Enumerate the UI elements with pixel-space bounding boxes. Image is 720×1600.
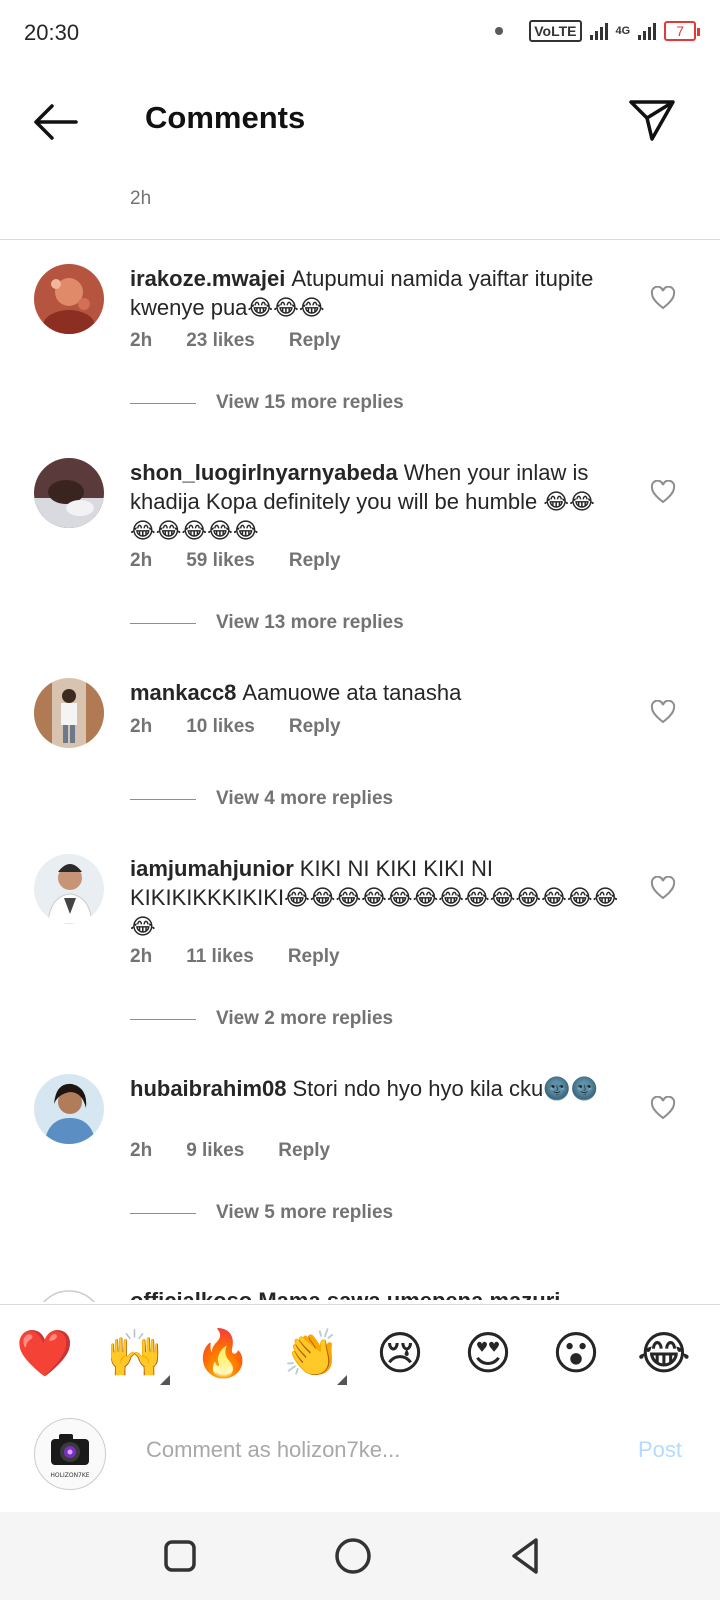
status-icons: VoLTE 4G 7 — [495, 20, 700, 42]
recent-apps-icon[interactable] — [156, 1532, 204, 1580]
divider — [130, 1212, 196, 1214]
comment-username[interactable]: mankacc8 — [130, 680, 236, 705]
reply-button[interactable]: Reply — [289, 550, 341, 572]
battery-icon: 7 — [664, 21, 700, 41]
comment-content: Aamuowe ata tanasha — [242, 680, 462, 705]
divider — [130, 622, 196, 624]
divider — [130, 1018, 196, 1020]
avatar: HOLIZON7KE — [34, 1418, 106, 1490]
likes-count[interactable]: 23 likes — [186, 330, 255, 352]
comment-text: officialkoso Mama sawa umepena mazuri — [130, 1288, 560, 1300]
notification-dot-icon — [495, 27, 504, 35]
view-more-replies-button[interactable]: View 13 more replies — [130, 612, 404, 634]
heart-icon[interactable] — [650, 876, 676, 900]
reply-button[interactable]: Reply — [289, 716, 341, 738]
volte-icon: VoLTE — [529, 20, 582, 42]
avatar[interactable] — [34, 264, 104, 334]
comment-username[interactable]: iamjumahjunior — [130, 856, 294, 881]
avatar-caption: HOLIZON7KE — [50, 1472, 89, 1479]
emoji-heart-button[interactable]: ❤️ — [15, 1327, 75, 1379]
comment-meta: 2h 23 likes Reply — [130, 330, 341, 352]
likes-count[interactable]: 9 likes — [186, 1140, 244, 1162]
comment-username[interactable]: hubaibrahim08 — [130, 1076, 286, 1101]
comment-time: 2h — [130, 1140, 153, 1161]
comment-username[interactable]: shon_luogirlnyarnyabeda — [130, 460, 398, 485]
emoji-crying-button[interactable]: 😢 — [370, 1327, 430, 1379]
signal-2-icon — [638, 22, 657, 40]
post-button[interactable]: Post — [638, 1437, 682, 1463]
view-more-label: View 15 more replies — [216, 392, 404, 413]
app-header: Comments — [0, 80, 720, 160]
home-icon[interactable] — [329, 1532, 377, 1580]
avatar[interactable] — [34, 458, 104, 528]
comment-time: 2h — [130, 188, 152, 209]
emoji-surprised-button[interactable]: 😮 — [546, 1327, 606, 1379]
heart-icon[interactable] — [650, 1096, 676, 1120]
comment-meta: 2h 9 likes Reply — [130, 1140, 330, 1162]
comment-text: irakoze.mwajei Atupumui namida yaiftar it… — [130, 264, 620, 322]
view-more-label: View 4 more replies — [216, 788, 394, 809]
view-more-label: View 2 more replies — [216, 1008, 394, 1029]
reply-button[interactable]: Reply — [289, 330, 341, 352]
comment-meta: 2h 59 likes Reply — [130, 550, 341, 572]
back-icon[interactable] — [502, 1532, 550, 1580]
paper-plane-icon[interactable] — [628, 98, 676, 142]
view-more-label: View 5 more replies — [216, 1202, 394, 1223]
comment-text: shon_luogirlnyarnyabeda When your inlaw i… — [130, 458, 620, 545]
heart-icon[interactable] — [650, 700, 676, 724]
avatar[interactable] — [34, 854, 104, 924]
comment-username[interactable]: irakoze.mwajei — [130, 266, 285, 291]
page-title: Comments — [145, 100, 306, 135]
emoji-fire-button[interactable]: 🔥 — [193, 1327, 253, 1379]
comment-time: 2h — [130, 716, 153, 737]
avatar[interactable] — [34, 1074, 104, 1144]
comment-time: 2h — [130, 550, 153, 571]
reply-button[interactable]: Reply — [278, 1140, 330, 1162]
reply-button[interactable]: Reply — [288, 946, 340, 968]
emoji-laughing-button[interactable]: 😂 — [634, 1327, 694, 1379]
signal-icon — [589, 22, 608, 40]
likes-count[interactable]: 10 likes — [186, 716, 255, 738]
status-time: 20:30 — [24, 20, 80, 45]
avatar[interactable] — [34, 1290, 104, 1302]
emoji-clap-button[interactable]: 👏 — [282, 1327, 342, 1379]
comment-text: iamjumahjunior KIKI NI KIKI KIKI NI KIKIK… — [130, 854, 620, 941]
skin-tone-indicator-icon — [337, 1375, 347, 1385]
comment-composer: HOLIZON7KE Post — [0, 1401, 720, 1511]
divider — [130, 798, 196, 800]
comment-text: mankacc8 Aamuowe ata tanasha — [130, 678, 620, 707]
view-more-replies-button[interactable]: View 2 more replies — [130, 1008, 393, 1030]
emoji-raised-hands-button[interactable]: 🙌 — [105, 1327, 165, 1379]
avatar[interactable] — [34, 678, 104, 748]
emoji-heart-eyes-button[interactable]: 😍 — [458, 1327, 518, 1379]
system-nav-bar — [0, 1512, 720, 1600]
view-more-replies-button[interactable]: View 4 more replies — [130, 788, 393, 810]
network-type-icon: 4G — [615, 25, 631, 37]
comment-input[interactable] — [144, 1431, 598, 1469]
skin-tone-indicator-icon — [160, 1375, 170, 1385]
emoji-quick-bar: ❤️ 🙌 🔥 👏 😢 😍 😮 😂 — [0, 1304, 720, 1402]
heart-icon[interactable] — [650, 480, 676, 504]
view-more-replies-button[interactable]: View 15 more replies — [130, 392, 404, 414]
view-more-replies-button[interactable]: View 5 more replies — [130, 1202, 393, 1224]
heart-icon[interactable] — [650, 286, 676, 310]
comment-meta: 2h 10 likes Reply — [130, 716, 341, 738]
comment-time: 2h — [130, 946, 153, 967]
comment-meta: 2h 11 likes Reply — [130, 946, 340, 968]
view-more-label: View 13 more replies — [216, 612, 404, 633]
likes-count[interactable]: 59 likes — [186, 550, 255, 572]
divider — [0, 239, 720, 240]
likes-count[interactable]: 11 likes — [186, 946, 254, 968]
comment-text: hubaibrahim08 Stori ndo hyo hyo kila cku🌚… — [130, 1074, 620, 1103]
status-bar: 20:30 VoLTE 4G 7 — [0, 0, 720, 66]
comment-content: Stori ndo hyo hyo kila cku🌚🌚 — [292, 1076, 598, 1101]
divider — [130, 402, 196, 404]
comment-time: 2h — [130, 330, 153, 351]
arrow-left-icon[interactable] — [30, 102, 80, 142]
